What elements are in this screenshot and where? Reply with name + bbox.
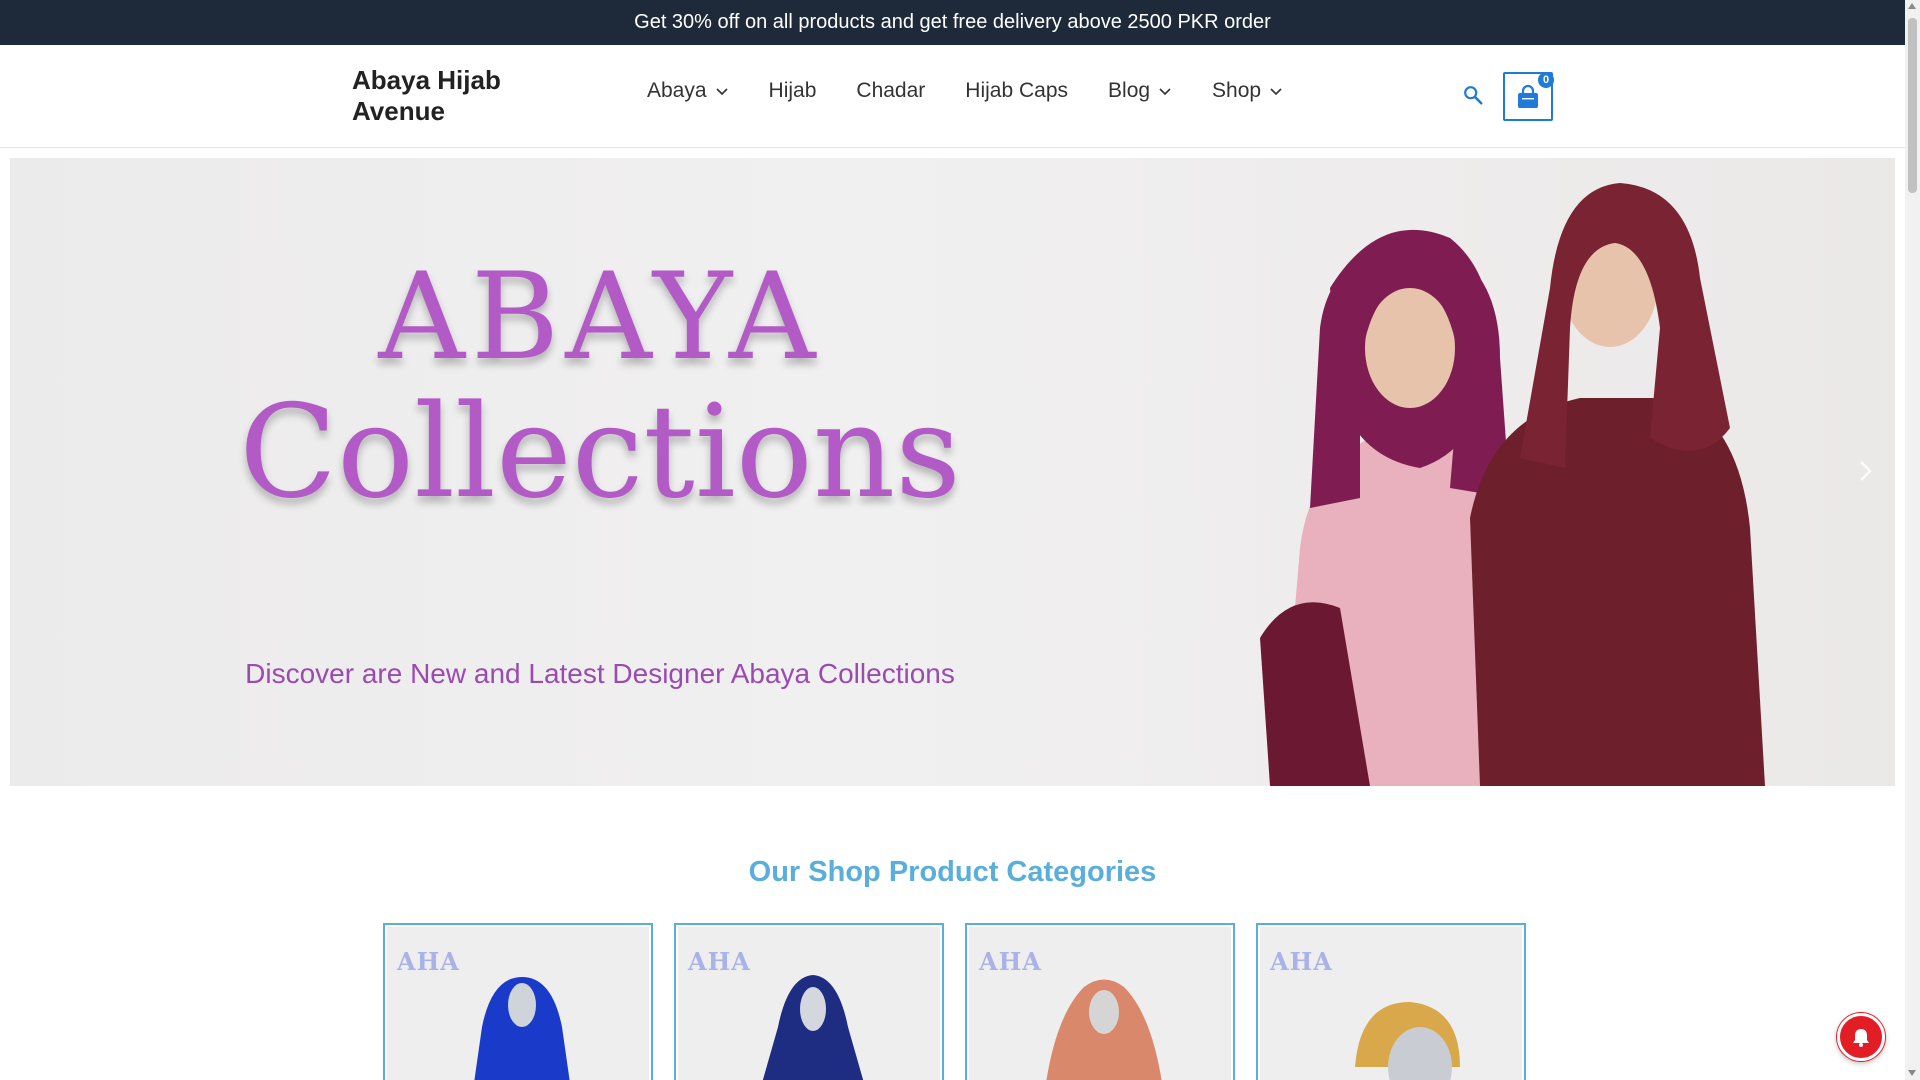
categories-section-title: Our Shop Product Categories (748, 856, 1157, 888)
nav-label: Shop (1212, 79, 1262, 102)
category-garment-image (1046, 979, 1162, 1080)
shopping-bag-icon (1518, 84, 1538, 108)
category-image: AHA (1260, 927, 1522, 1080)
nav-label: Hijab Caps (965, 79, 1069, 102)
hero-models-image (1260, 183, 1765, 786)
notification-bell-icon (1853, 1029, 1869, 1047)
announcement-bar: Get 30% off on all products and get free… (0, 0, 1905, 45)
hero-subtitle: Discover are New and Latest Designer Aba… (245, 658, 955, 689)
nav-label: Hijab (768, 79, 817, 102)
nav-item-hijab[interactable]: Hijab (749, 79, 837, 103)
scroll-down-icon[interactable] (1908, 1070, 1916, 1076)
scroll-up-icon[interactable] (1908, 3, 1916, 9)
category-grid: AHA AHA AHA AHA (383, 923, 1526, 1080)
scrollbar-thumb[interactable] (1908, 18, 1917, 193)
category-garment-image (1355, 1002, 1460, 1080)
category-garment-image (474, 977, 570, 1080)
announcement-text: Get 30% off on all products and get free… (634, 11, 1271, 33)
hero-title-line1: ABAYA (378, 248, 822, 387)
category-image: AHA (678, 927, 940, 1080)
category-image: AHA (969, 927, 1231, 1080)
category-card[interactable]: AHA (965, 923, 1235, 1080)
category-image: AHA (387, 927, 649, 1080)
cart-count-badge: 0 (1538, 72, 1554, 88)
category-card[interactable]: AHA (1256, 923, 1526, 1080)
hero-title-line2: Collections (239, 378, 961, 527)
chevron-down-icon (1270, 88, 1282, 96)
notification-widget-button[interactable] (1837, 1013, 1885, 1061)
page-scrollbar[interactable] (1905, 0, 1920, 1080)
chevron-down-icon (715, 88, 728, 96)
category-card[interactable]: AHA (674, 923, 944, 1080)
nav-item-shop[interactable]: Shop (1192, 79, 1303, 103)
site-logo-text[interactable]: Abaya Hijab Avenue (352, 65, 552, 127)
site-header: Abaya Hijab Avenue Abaya Hijab Chadar Hi… (0, 45, 1905, 148)
nav-label: Chadar (856, 79, 926, 102)
chevron-down-icon (1159, 88, 1171, 96)
main-navigation: Abaya Hijab Chadar Hijab Caps Blog Shop (627, 79, 1303, 103)
nav-item-abaya[interactable]: Abaya (627, 79, 749, 103)
search-icon[interactable] (1462, 84, 1484, 106)
nav-item-hijab-caps[interactable]: Hijab Caps (945, 79, 1088, 103)
chevron-right-icon[interactable] (1855, 458, 1875, 484)
nav-label: Blog (1108, 79, 1151, 102)
category-card[interactable]: AHA (383, 923, 653, 1080)
category-garment-image (762, 975, 864, 1080)
nav-item-chadar[interactable]: Chadar (836, 79, 945, 103)
nav-item-blog[interactable]: Blog (1088, 79, 1192, 103)
cart-button[interactable]: 0 (1503, 72, 1554, 121)
hero-banner[interactable]: ABAYA Collections Discover are New and L… (10, 158, 1895, 786)
nav-label: Abaya (647, 79, 707, 102)
